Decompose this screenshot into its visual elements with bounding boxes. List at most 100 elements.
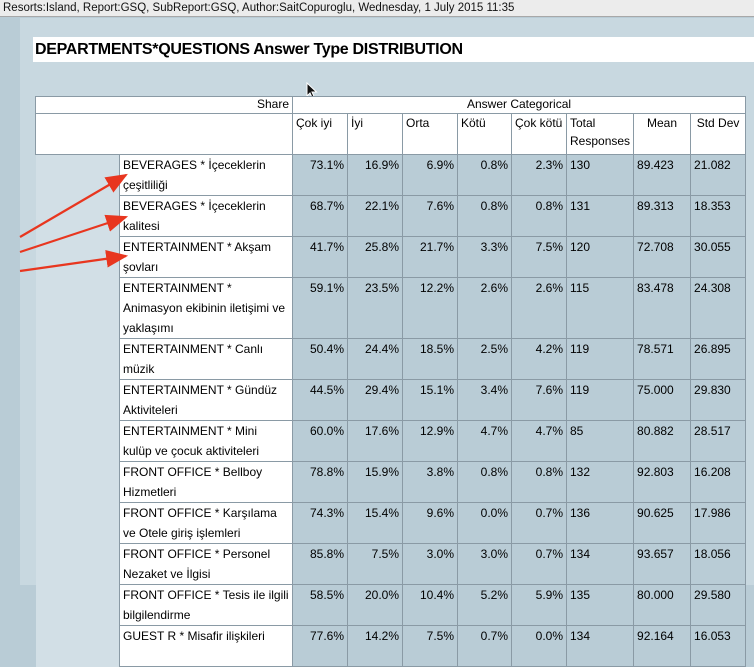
cell-value: 21.7%	[402, 236, 458, 278]
cell-value: 3.0%	[402, 543, 458, 585]
cell-value: 7.5%	[511, 236, 567, 278]
table-row: BEVERAGES * İçeceklerin kalitesi 68.7% 22.…	[36, 195, 747, 237]
cell-value: 9.6%	[402, 502, 458, 544]
cell-value: 18.5%	[402, 338, 458, 380]
cell-value: 7.6%	[511, 379, 567, 421]
cell-value: 78.8%	[292, 461, 348, 503]
column-header: Mean	[633, 113, 692, 155]
cell-value: 134	[565, 625, 635, 667]
cell-value: 17.6%	[347, 420, 403, 462]
cell-value: 25.8%	[347, 236, 403, 278]
report-title: DEPARTMENTS*QUESTIONS Answer Type DISTRI…	[33, 37, 754, 62]
cell-value: 3.3%	[457, 236, 512, 278]
share-header: Share	[35, 96, 293, 114]
cell-value: 15.9%	[347, 461, 403, 503]
cell-value: 7.6%	[402, 195, 458, 237]
table-row: FRONT OFFICE * Bellboy Hizmetleri 78.8% 15…	[36, 461, 747, 503]
cell-value: 115	[565, 277, 635, 339]
cell-value: 21.082	[690, 154, 747, 196]
cell-value: 89.423	[633, 154, 692, 196]
cell-value: 0.7%	[457, 625, 512, 667]
cell-value: 93.657	[633, 543, 692, 585]
column-header: Std Dev	[690, 113, 747, 155]
cell-value: 130	[565, 154, 635, 196]
cell-value: 136	[565, 502, 635, 544]
cell-value: 92.803	[633, 461, 692, 503]
cell-value: 5.9%	[511, 584, 567, 626]
row-label: FRONT OFFICE * Karşılama ve Otele giriş …	[119, 502, 293, 544]
table-row: ENTERTAINMENT * Akşam şovları 41.7% 25.8% 2…	[36, 236, 747, 278]
table-row: BEVERAGES * İçeceklerin çeşitliliği 73.1%…	[35, 154, 747, 667]
row-label: ENTERTAINMENT * Canlı müzik	[119, 338, 293, 380]
cell-value: 10.4%	[402, 584, 458, 626]
cell-value: 75.000	[633, 379, 692, 421]
cell-value: 16.9%	[347, 154, 403, 196]
cell-value: 135	[565, 584, 635, 626]
cell-value: 131	[565, 195, 635, 237]
cell-value: 6.9%	[402, 154, 458, 196]
row-label: FRONT OFFICE * Personel Nezaket ve İlgis…	[119, 543, 293, 585]
cell-value: 30.055	[690, 236, 747, 278]
distribution-table: Share Answer Categorical Çok iyi İyi Ort…	[35, 96, 747, 667]
table-row: ENTERTAINMENT * Animasyon ekibinin ileti…	[36, 277, 747, 339]
cell-value: 2.6%	[457, 277, 512, 339]
row-label: GUEST R * Misafir ilişkileri	[119, 625, 293, 667]
cell-value: 3.4%	[457, 379, 512, 421]
cell-value: 77.6%	[292, 625, 348, 667]
row-label: FRONT OFFICE * Tesis ile ilgili bilgilen…	[119, 584, 293, 626]
column-header: Orta	[402, 113, 458, 155]
row-label: ENTERTAINMENT * Animasyon ekibinin ileti…	[119, 277, 293, 339]
window-status-line: Resorts:Island, Report:GSQ, SubReport:GS…	[0, 0, 754, 17]
cell-value: 15.4%	[347, 502, 403, 544]
cell-value: 0.8%	[457, 461, 512, 503]
cell-value: 23.5%	[347, 277, 403, 339]
cell-value: 26.895	[690, 338, 747, 380]
cell-value: 24.308	[690, 277, 747, 339]
cell-value: 120	[565, 236, 635, 278]
cell-value: 68.7%	[292, 195, 348, 237]
cell-value: 60.0%	[292, 420, 348, 462]
column-header: Kötü	[457, 113, 512, 155]
cell-value: 0.0%	[511, 625, 567, 667]
cell-value: 80.882	[633, 420, 692, 462]
cell-value: 17.986	[690, 502, 747, 544]
answer-categorical-header: Answer Categorical	[291, 96, 747, 114]
cell-value: 3.8%	[402, 461, 458, 503]
cell-value: 58.5%	[292, 584, 348, 626]
cell-value: 72.708	[633, 236, 692, 278]
cell-value: 85.8%	[292, 543, 348, 585]
row-stub	[35, 154, 120, 667]
row-label: ENTERTAINMENT * Mini kulüp ve çocuk akti…	[119, 420, 293, 462]
cell-value: 4.2%	[511, 338, 567, 380]
cell-value: 83.478	[633, 277, 692, 339]
cell-value: 0.8%	[511, 461, 567, 503]
cell-value: 29.830	[690, 379, 747, 421]
cell-value: 0.8%	[457, 154, 512, 196]
table-row: ENTERTAINMENT * Mini kulüp ve çocuk akti…	[36, 420, 747, 462]
cell-value: 29.4%	[347, 379, 403, 421]
cell-value: 5.2%	[457, 584, 512, 626]
column-header: Total Responses	[565, 113, 635, 155]
table-row: FRONT OFFICE * Tesis ile ilgili bilgilen…	[36, 584, 747, 626]
cell-value: 2.3%	[511, 154, 567, 196]
cell-value: 24.4%	[347, 338, 403, 380]
cell-value: 29.580	[690, 584, 747, 626]
cell-value: 12.2%	[402, 277, 458, 339]
cell-value: 7.5%	[402, 625, 458, 667]
table-row: GUEST R * Misafir ilişkileri 77.6% 14.2% 7.…	[36, 625, 747, 667]
cell-value: 2.6%	[511, 277, 567, 339]
cell-value: 4.7%	[457, 420, 512, 462]
cell-value: 20.0%	[347, 584, 403, 626]
table-row: FRONT OFFICE * Personel Nezaket ve İlgis…	[36, 543, 747, 585]
cell-value: 2.5%	[457, 338, 512, 380]
row-label: BEVERAGES * İçeceklerin kalitesi	[119, 195, 293, 237]
cell-value: 18.353	[690, 195, 747, 237]
cell-value: 3.0%	[457, 543, 512, 585]
cell-value: 134	[565, 543, 635, 585]
cell-value: 119	[565, 379, 635, 421]
cell-value: 4.7%	[511, 420, 567, 462]
cell-value: 18.056	[690, 543, 747, 585]
cell-value: 74.3%	[292, 502, 348, 544]
cell-value: 41.7%	[292, 236, 348, 278]
cell-value: 15.1%	[402, 379, 458, 421]
